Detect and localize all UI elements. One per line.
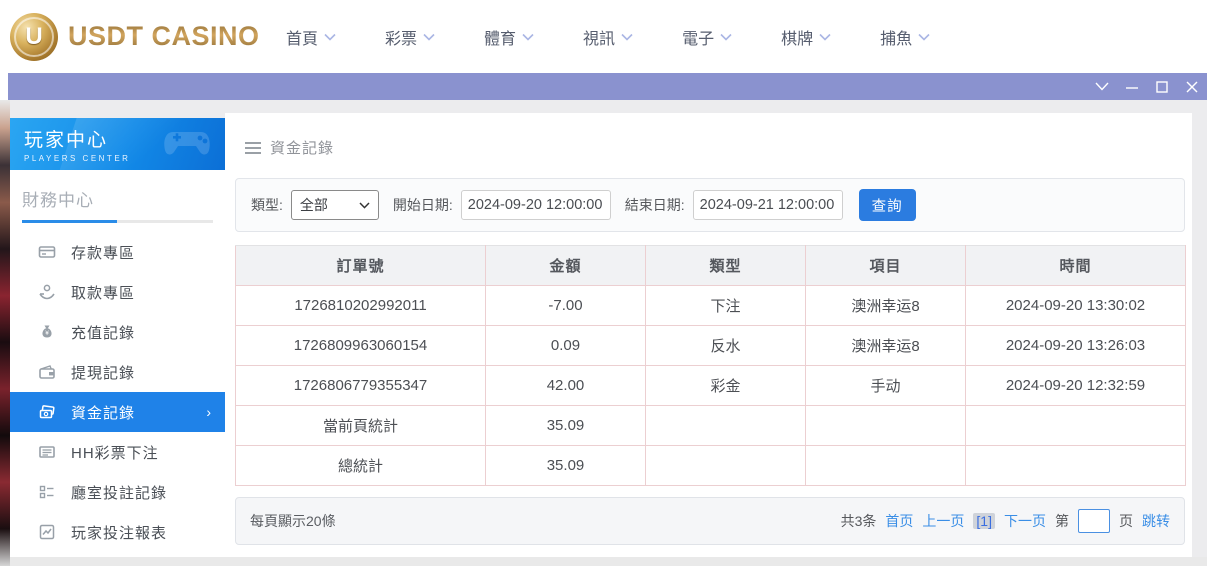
nav-item-cards[interactable]: 棋牌 xyxy=(781,25,831,49)
table-row-grand-total: 總統計 35.09 xyxy=(236,446,1186,486)
logo-ball-icon: U xyxy=(10,13,58,61)
table-footer: 每頁顯示20條 共3条 首页 上一页 [1] 下一页 第 页 跳转 xyxy=(235,497,1185,545)
window-dropdown-icon[interactable] xyxy=(1087,73,1117,100)
finance-section-header: 財務中心 xyxy=(10,170,225,223)
funds-table: 訂單號 金額 類型 項目 時間 1726810202992011 -7.00 下… xyxy=(235,245,1186,486)
bottom-edge-strip xyxy=(10,557,1207,566)
logo-letter: U xyxy=(25,23,42,51)
wallet-icon xyxy=(38,363,56,381)
site-header: U USDT CASINO 首頁 彩票 體育 視訊 電子 棋牌 捕魚 xyxy=(0,0,1207,73)
chevron-down-icon xyxy=(423,33,435,41)
gamepad-icon xyxy=(163,126,215,165)
chevron-down-icon xyxy=(720,33,732,41)
sidebar-item-recharge-record[interactable]: ¥ 充值記錄 xyxy=(10,312,225,352)
end-date-input[interactable] xyxy=(693,190,843,220)
search-button[interactable]: 查詢 xyxy=(859,189,916,221)
main-nav: 首頁 彩票 體育 視訊 電子 棋牌 捕魚 xyxy=(286,25,930,49)
type-label: 類型: xyxy=(251,195,283,215)
start-date-label: 開始日期: xyxy=(393,195,453,215)
table-row: 1726810202992011 -7.00 下注 澳洲幸运8 2024-09-… xyxy=(236,286,1186,326)
col-order-number: 訂單號 xyxy=(236,246,486,286)
sidebar-item-deposit[interactable]: 存款專區 xyxy=(10,232,225,272)
hamburger-icon xyxy=(245,142,261,154)
start-date-input[interactable] xyxy=(461,190,611,220)
chevron-down-icon xyxy=(324,33,336,41)
chevron-down-icon xyxy=(522,33,534,41)
background-photo-strip xyxy=(0,100,10,566)
sidebar-item-withdraw[interactable]: 取款專區 xyxy=(10,272,225,312)
logo-text: USDT CASINO xyxy=(68,21,260,52)
chevron-down-icon xyxy=(918,33,930,41)
col-item: 項目 xyxy=(806,246,966,286)
section-underline xyxy=(22,220,213,223)
sidebar-item-funds-record[interactable]: 資金記錄 › xyxy=(10,392,225,432)
sidebar-item-hh-lottery-bets[interactable]: HH彩票下注 xyxy=(10,432,225,472)
pagination: 共3条 首页 上一页 [1] 下一页 第 页 跳转 xyxy=(841,509,1170,533)
col-time: 時間 xyxy=(966,246,1186,286)
col-amount: 金額 xyxy=(486,246,646,286)
form-record-icon xyxy=(38,483,56,501)
sidebar-item-withdraw-record[interactable]: 提現記錄 xyxy=(10,352,225,392)
table-row-page-total: 當前頁統計 35.09 xyxy=(236,406,1186,446)
banknotes-icon xyxy=(38,403,56,421)
per-page-label: 每頁顯示20條 xyxy=(250,511,336,531)
select-arrow-icon xyxy=(359,202,370,209)
finance-section-title: 財務中心 xyxy=(22,186,213,211)
players-center-header: 玩家中心 PLAYERS CENTER xyxy=(10,118,225,170)
type-select[interactable]: 全部 xyxy=(291,190,379,220)
end-date-label: 結束日期: xyxy=(625,195,685,215)
table-header-row: 訂單號 金額 類型 項目 時間 xyxy=(236,246,1186,286)
col-type: 類型 xyxy=(646,246,806,286)
withdraw-hand-icon xyxy=(38,283,56,301)
chevron-right-icon: › xyxy=(206,404,211,420)
total-count: 共3条 xyxy=(841,511,877,531)
sidebar-item-room-bet-record[interactable]: 廳室投註記錄 xyxy=(10,472,225,512)
nav-item-fishing[interactable]: 捕魚 xyxy=(880,25,930,49)
jump-suffix-label: 页 xyxy=(1119,511,1133,531)
filter-panel: 類型: 全部 開始日期: 結束日期: 查詢 xyxy=(235,178,1185,232)
deposit-card-icon xyxy=(38,243,56,261)
sidebar-item-player-bet-report[interactable]: 玩家投注報表 xyxy=(10,512,225,552)
main-content: 資金記錄 類型: 全部 開始日期: 結束日期: 查詢 訂單號 金額 類型 項目 … xyxy=(225,113,1192,557)
close-icon[interactable] xyxy=(1177,73,1207,100)
table-row: 1726806779355347 42.00 彩金 手动 2024-09-20 … xyxy=(236,366,1186,406)
first-page-link[interactable]: 首页 xyxy=(885,511,913,531)
page-header: 資金記錄 xyxy=(245,137,334,158)
nav-item-lottery[interactable]: 彩票 xyxy=(385,25,435,49)
prev-page-link[interactable]: 上一页 xyxy=(922,511,964,531)
page-title: 資金記錄 xyxy=(270,137,334,158)
nav-item-video[interactable]: 視訊 xyxy=(583,25,633,49)
current-page-badge: [1] xyxy=(973,513,995,529)
next-page-link[interactable]: 下一页 xyxy=(1004,511,1046,531)
nav-item-home[interactable]: 首頁 xyxy=(286,25,336,49)
chevron-down-icon xyxy=(621,33,633,41)
chevron-down-icon xyxy=(819,33,831,41)
minimize-icon[interactable] xyxy=(1117,73,1147,100)
maximize-icon[interactable] xyxy=(1147,73,1177,100)
money-bag-icon: ¥ xyxy=(38,323,56,341)
ticket-list-icon xyxy=(38,443,56,461)
jump-action-link[interactable]: 跳转 xyxy=(1142,511,1170,531)
svg-text:¥: ¥ xyxy=(45,330,49,337)
report-chart-icon xyxy=(38,523,56,541)
table-row: 1726809963060154 0.09 反水 澳洲幸运8 2024-09-2… xyxy=(236,326,1186,366)
sidebar-menu: 存款專區 取款專區 ¥ 充值記錄 提現記錄 資金記錄 › HH彩票下注 廳室投註… xyxy=(10,232,225,552)
nav-item-sports[interactable]: 體育 xyxy=(484,25,534,49)
nav-item-slots[interactable]: 電子 xyxy=(682,25,732,49)
sidebar: 玩家中心 PLAYERS CENTER 財務中心 存款專區 取款專區 ¥ 充值記… xyxy=(10,118,225,566)
jump-prefix-label: 第 xyxy=(1055,511,1069,531)
site-logo[interactable]: U USDT CASINO xyxy=(10,13,260,61)
page-jump-input[interactable] xyxy=(1078,509,1110,533)
window-title-bar xyxy=(8,73,1207,100)
